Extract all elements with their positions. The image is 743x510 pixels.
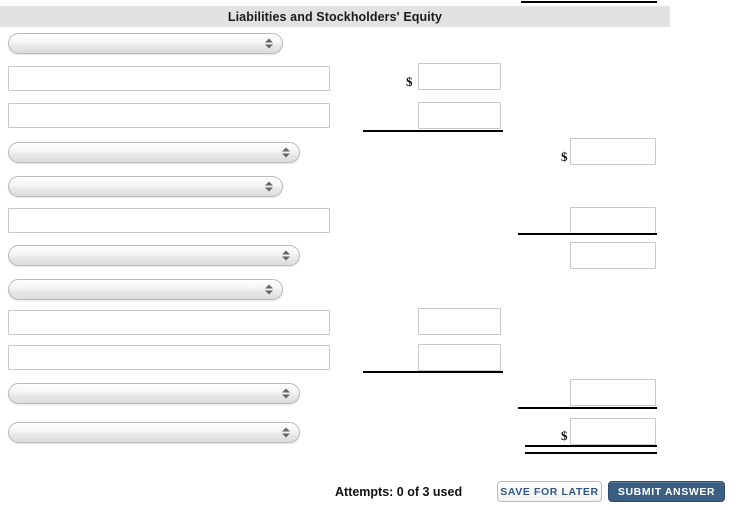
grand-total-double-rule xyxy=(525,445,657,454)
account-select-row-1[interactable] xyxy=(8,33,283,54)
amount-input-middle-row-2[interactable] xyxy=(418,63,501,90)
dollar-sign-middle-row-2: $ xyxy=(406,74,413,89)
save-for-later-button[interactable]: SAVE FOR LATER xyxy=(497,481,602,502)
carryover-total-rule xyxy=(521,1,657,3)
amount-input-right-row-6[interactable] xyxy=(570,207,656,234)
section-header: Liabilities and Stockholders' Equity xyxy=(0,6,670,27)
subtotal-rule-right-1 xyxy=(518,233,657,235)
chevron-updown-icon xyxy=(282,248,290,263)
account-label-input-row-9[interactable] xyxy=(8,310,330,335)
subtotal-rule-right-2 xyxy=(518,407,657,409)
subtotal-rule-middle-1 xyxy=(363,130,503,132)
amount-input-right-row-12[interactable] xyxy=(570,418,656,445)
attempts-counter: Attempts: 0 of 3 used xyxy=(335,485,463,499)
amount-input-middle-row-10[interactable] xyxy=(418,344,501,371)
amount-input-right-row-7[interactable] xyxy=(570,242,656,269)
account-select-row-7[interactable] xyxy=(8,245,300,266)
account-label-input-row-10[interactable] xyxy=(8,345,330,370)
dollar-sign-right-row-12: $ xyxy=(561,428,568,443)
account-select-row-11[interactable] xyxy=(8,383,300,404)
amount-input-right-row-11[interactable] xyxy=(570,379,656,406)
account-select-row-8[interactable] xyxy=(8,279,283,300)
account-label-input-row-2[interactable] xyxy=(8,66,330,91)
amount-input-middle-row-9[interactable] xyxy=(418,308,501,335)
chevron-updown-icon xyxy=(282,425,290,440)
form-footer: Attempts: 0 of 3 used SAVE FOR LATER SUB… xyxy=(0,481,743,507)
amount-input-right-row-4[interactable] xyxy=(570,138,656,165)
chevron-updown-icon xyxy=(265,282,273,297)
balance-sheet-form: Liabilities and Stockholders' Equity $ $ xyxy=(0,0,743,510)
account-select-row-5[interactable] xyxy=(8,176,283,197)
dollar-sign-right-row-4: $ xyxy=(561,149,568,164)
amount-input-middle-row-3[interactable] xyxy=(418,102,501,129)
account-select-row-12[interactable] xyxy=(8,422,300,443)
section-header-title: Liabilities and Stockholders' Equity xyxy=(227,9,443,24)
chevron-updown-icon xyxy=(265,36,273,51)
account-label-input-row-3[interactable] xyxy=(8,103,330,128)
chevron-updown-icon xyxy=(265,179,273,194)
account-select-row-4[interactable] xyxy=(8,142,300,163)
submit-answer-button[interactable]: SUBMIT ANSWER xyxy=(608,481,725,502)
chevron-updown-icon xyxy=(282,386,290,401)
account-label-input-row-6[interactable] xyxy=(8,208,330,233)
chevron-updown-icon xyxy=(282,145,290,160)
subtotal-rule-middle-2 xyxy=(363,371,503,373)
